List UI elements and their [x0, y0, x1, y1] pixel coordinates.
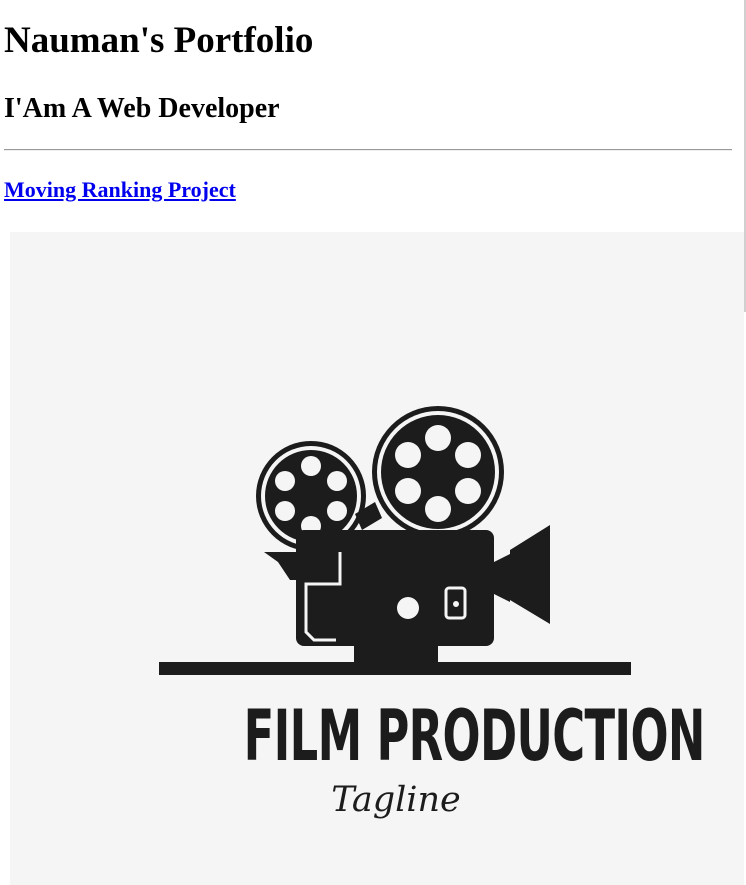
logo-tagline: Tagline	[331, 780, 461, 820]
page-title: Nauman's Portfolio	[4, 20, 314, 61]
camera-body-icon	[264, 525, 550, 646]
project-image[interactable]: FILM PRODUCTION Tagline	[10, 232, 744, 885]
page-subtitle: I'Am A Web Developer	[4, 93, 280, 124]
project-link[interactable]: Moving Ranking Project	[4, 176, 236, 204]
divider	[4, 149, 732, 151]
logo-title: FILM PRODUCTION	[243, 695, 706, 777]
right-reel-icon	[372, 406, 504, 538]
